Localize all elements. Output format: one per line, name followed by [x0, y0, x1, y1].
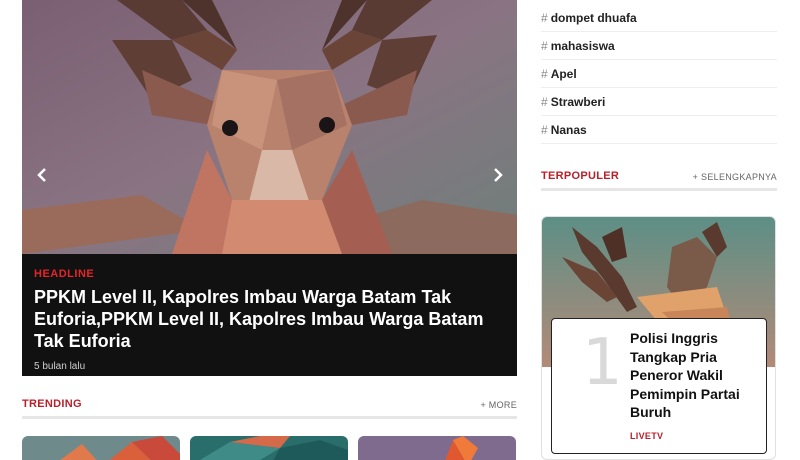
hash-icon: # — [541, 122, 548, 137]
tag-label: Strawberi — [550, 94, 606, 109]
popular-item-category[interactable]: LIVETV — [630, 431, 663, 441]
chevron-right-icon — [494, 168, 503, 182]
popular-item-title[interactable]: Polisi Inggris Tangkap Pria Peneror Waki… — [630, 329, 760, 422]
trending-more-link[interactable]: + MORE — [480, 400, 517, 410]
trending-header: TRENDING + MORE — [22, 398, 517, 419]
hash-icon: # — [541, 38, 548, 53]
tag-label: Nanas — [550, 122, 587, 137]
popular-more-link[interactable]: + SELENGKAPNYA — [693, 172, 777, 182]
tag-item[interactable]: # Apel — [541, 60, 777, 88]
popular-title: TERPOPULER — [541, 170, 620, 182]
slider-prev-button[interactable] — [30, 163, 54, 187]
tag-item[interactable]: # Nanas — [541, 116, 777, 144]
tag-item[interactable]: # Strawberi — [541, 88, 777, 116]
trending-thumbnail[interactable] — [190, 436, 348, 460]
slider-next-button[interactable] — [486, 163, 510, 187]
tag-list: # dompet dhuafa # mahasiswa # Apel # Strawbe… — [541, 4, 777, 144]
page: HEADLINE PPKM Level II, Kapolres Imbau W… — [0, 0, 800, 460]
hero-deer-image[interactable] — [22, 0, 517, 254]
trending-thumbnail[interactable] — [358, 436, 516, 460]
popular-rank: 1 — [582, 326, 623, 400]
headline-title[interactable]: PPKM Level II, Kapolres Imbau Warga Bata… — [34, 286, 505, 352]
tag-item[interactable]: # mahasiswa — [541, 32, 777, 60]
headline-time: 5 bulan lalu — [34, 361, 86, 372]
headline-caption: HEADLINE PPKM Level II, Kapolres Imbau W… — [22, 254, 517, 376]
trending-title: TRENDING — [22, 398, 82, 410]
popular-item[interactable]: 1 Polisi Inggris Tangkap Pria Peneror Wa… — [551, 318, 767, 454]
headline-tag: HEADLINE — [34, 268, 95, 280]
tag-label: mahasiswa — [550, 38, 615, 53]
tag-item[interactable]: # dompet dhuafa — [541, 4, 777, 32]
popular-header: TERPOPULER + SELENGKAPNYA — [541, 170, 777, 191]
chevron-left-icon — [37, 168, 46, 182]
tag-label: dompet dhuafa — [550, 10, 637, 25]
trending-thumbnail[interactable] — [22, 436, 180, 460]
tag-label: Apel — [550, 66, 577, 81]
hash-icon: # — [541, 94, 548, 109]
hash-icon: # — [541, 66, 548, 81]
hash-icon: # — [541, 10, 548, 25]
headline-slider[interactable]: HEADLINE PPKM Level II, Kapolres Imbau W… — [22, 0, 517, 376]
popular-card[interactable]: 1 Polisi Inggris Tangkap Pria Peneror Wa… — [541, 216, 776, 460]
